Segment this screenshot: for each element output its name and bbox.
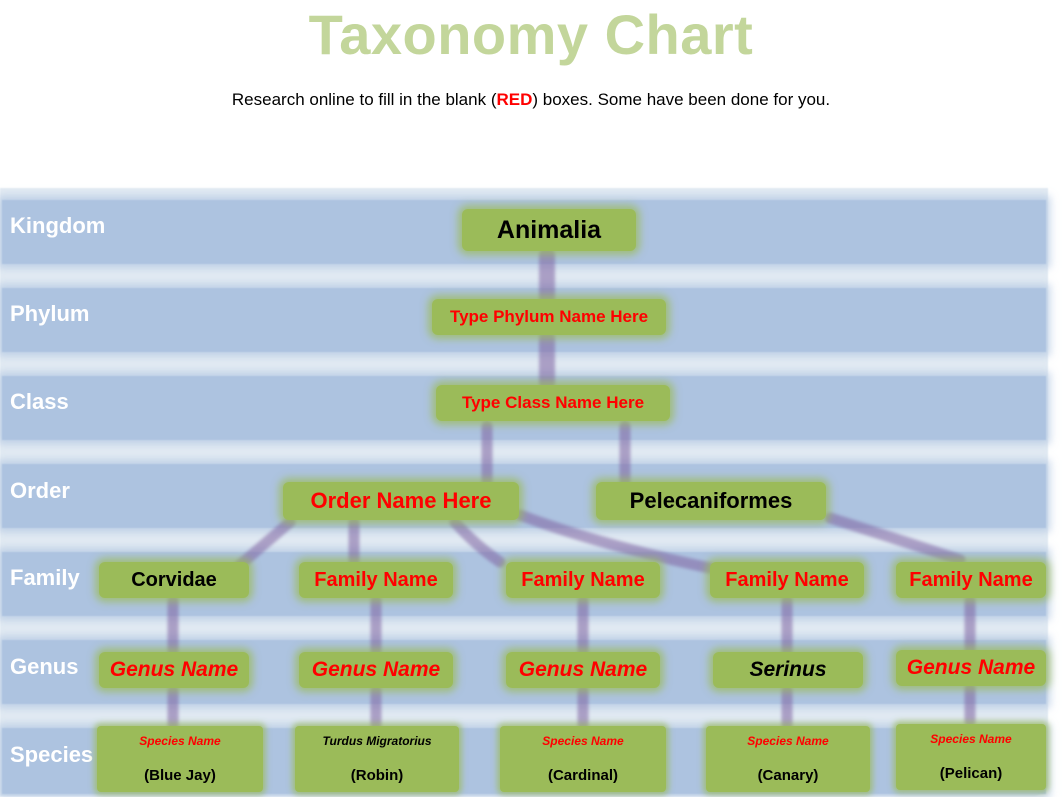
species-4-scientific: Species Name <box>747 734 829 748</box>
species-1-common: (Blue Jay) <box>144 767 216 784</box>
node-species-1[interactable]: Species Name (Blue Jay) <box>97 726 263 792</box>
node-species-3[interactable]: Species Name (Cardinal) <box>500 726 666 792</box>
node-genus-5[interactable]: Genus Name <box>896 650 1046 686</box>
node-genus-1-text: Genus Name <box>109 658 239 681</box>
node-phylum[interactable]: Type Phylum Name Here <box>432 299 666 335</box>
connector-order1-family3 <box>449 516 506 568</box>
connector-order1-family1 <box>234 516 296 571</box>
species-5-scientific: Species Name <box>930 732 1012 746</box>
node-class-text: Type Class Name Here <box>461 393 645 412</box>
node-phylum-text: Type Phylum Name Here <box>449 307 649 326</box>
node-genus-3[interactable]: Genus Name <box>506 652 660 688</box>
node-family-2[interactable]: Family Name <box>299 562 453 598</box>
node-family-4-text: Family Name <box>725 568 849 591</box>
node-family-5[interactable]: Family Name <box>896 562 1046 598</box>
node-family-2-text: Family Name <box>314 568 438 591</box>
node-genus-2-text: Genus Name <box>311 658 441 681</box>
node-family-3-text: Family Name <box>521 568 645 591</box>
node-genus-4[interactable]: Serinus <box>713 652 863 688</box>
node-order-1[interactable]: Order Name Here <box>283 482 519 520</box>
node-genus-4-text: Serinus <box>749 658 827 681</box>
node-order-1-text: Order Name Here <box>310 488 492 513</box>
species-2-scientific: Turdus Migratorius <box>322 734 432 748</box>
node-species-2[interactable]: Turdus Migratorius (Robin) <box>295 726 459 792</box>
node-genus-3-text: Genus Name <box>518 658 648 681</box>
connector-order2-family5 <box>824 512 966 566</box>
node-genus-5-text: Genus Name <box>906 656 1036 679</box>
node-family-1[interactable]: Corvidae <box>99 562 249 598</box>
species-3-scientific: Species Name <box>542 734 624 748</box>
node-family-3[interactable]: Family Name <box>506 562 660 598</box>
species-4-common: (Canary) <box>757 767 819 784</box>
node-family-5-text: Family Name <box>909 568 1033 591</box>
connector-order1-family4 <box>514 509 716 574</box>
node-species-4[interactable]: Species Name (Canary) <box>706 726 870 792</box>
node-kingdom-text: Animalia <box>496 215 602 244</box>
species-3-common: (Cardinal) <box>547 767 618 784</box>
species-1-scientific: Species Name <box>139 734 221 748</box>
node-class[interactable]: Type Class Name Here <box>436 385 670 421</box>
node-kingdom[interactable]: Animalia <box>462 209 636 251</box>
species-5-common: (Pelican) <box>939 765 1003 782</box>
node-genus-1[interactable]: Genus Name <box>99 652 249 688</box>
node-genus-2[interactable]: Genus Name <box>299 652 453 688</box>
node-order-2[interactable]: Pelecaniformes <box>596 482 826 520</box>
node-family-1-text: Corvidae <box>131 568 217 591</box>
node-species-5[interactable]: Species Name (Pelican) <box>896 724 1046 790</box>
node-order-2-text: Pelecaniformes <box>629 488 793 513</box>
species-2-common: (Robin) <box>350 767 404 784</box>
node-family-4[interactable]: Family Name <box>710 562 864 598</box>
